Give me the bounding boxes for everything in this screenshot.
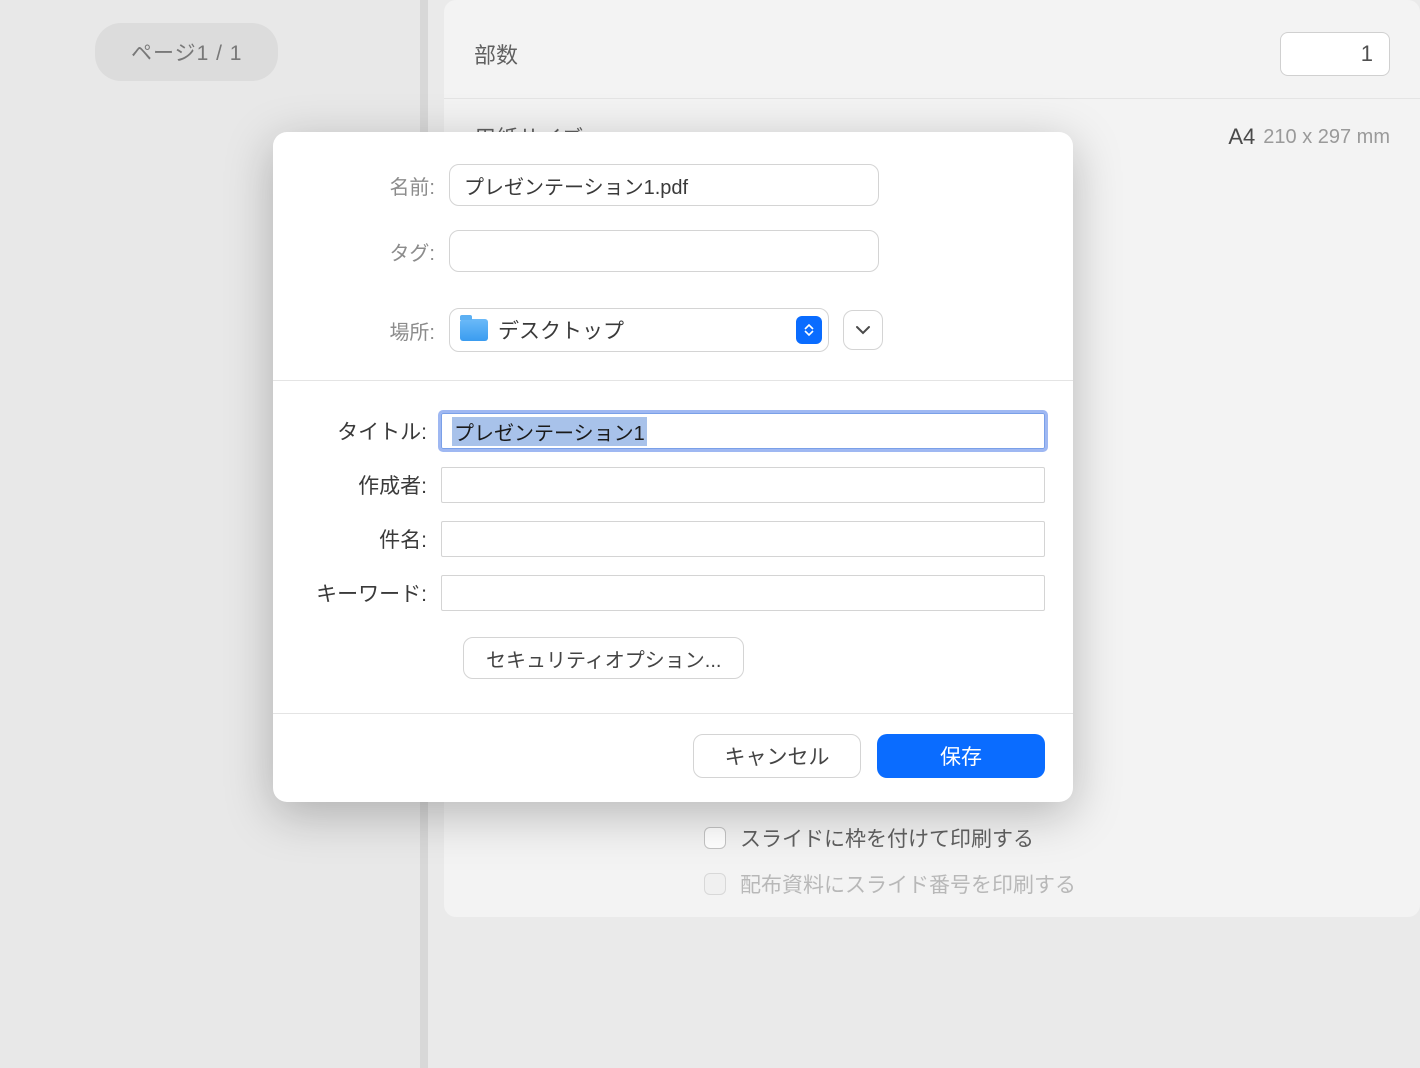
location-select[interactable]: デスクトップ: [449, 308, 829, 352]
tag-label: タグ:: [301, 237, 449, 266]
print-page-number-option: 配布資料にスライド番号を印刷する: [674, 861, 1420, 907]
title-input[interactable]: プレゼンテーション1: [441, 413, 1045, 449]
tag-input[interactable]: [449, 230, 879, 272]
print-page-number-label: 配布資料にスライド番号を印刷する: [740, 869, 1076, 899]
filename-input[interactable]: [449, 164, 879, 206]
checkbox-icon: [704, 873, 726, 895]
copies-row: 部数: [444, 10, 1420, 99]
folder-icon: [460, 319, 488, 341]
checkbox-icon: [704, 827, 726, 849]
keywords-label: キーワード:: [301, 578, 441, 608]
cancel-button[interactable]: キャンセル: [693, 734, 861, 778]
title-input-value: プレゼンテーション1: [452, 417, 647, 446]
keywords-input[interactable]: [441, 575, 1045, 611]
paper-size-dimensions: 210 x 297 mm: [1263, 126, 1390, 149]
copies-label: 部数: [474, 38, 1280, 70]
dialog-footer: キャンセル 保存: [273, 713, 1073, 802]
expand-location-button[interactable]: [843, 310, 883, 350]
page-indicator: ページ1 / 1: [95, 23, 278, 81]
title-label: タイトル:: [301, 416, 441, 446]
dialog-top-section: 名前: タグ: 場所: デスクトップ: [273, 132, 1073, 380]
security-options-button[interactable]: セキュリティオプション...: [463, 637, 744, 679]
print-frame-label: スライドに枠を付けて印刷する: [740, 823, 1034, 853]
updown-chevron-icon: [796, 316, 822, 344]
name-label: 名前:: [301, 171, 449, 200]
save-dialog: 名前: タグ: 場所: デスクトップ: [273, 132, 1073, 802]
author-label: 作成者:: [301, 470, 441, 500]
subject-input[interactable]: [441, 521, 1045, 557]
location-label: 場所:: [301, 316, 449, 345]
save-button[interactable]: 保存: [877, 734, 1045, 778]
location-value: デスクトップ: [498, 315, 624, 345]
subject-label: 件名:: [301, 524, 441, 554]
print-frame-option[interactable]: スライドに枠を付けて印刷する: [674, 815, 1420, 861]
dialog-metadata-section: タイトル: プレゼンテーション1 作成者: 件名: キーワード: セキュリティオ…: [273, 381, 1073, 713]
chevron-down-icon: [855, 325, 871, 335]
copies-input[interactable]: [1280, 32, 1390, 76]
author-input[interactable]: [441, 467, 1045, 503]
paper-size-value: A4: [1228, 124, 1255, 150]
